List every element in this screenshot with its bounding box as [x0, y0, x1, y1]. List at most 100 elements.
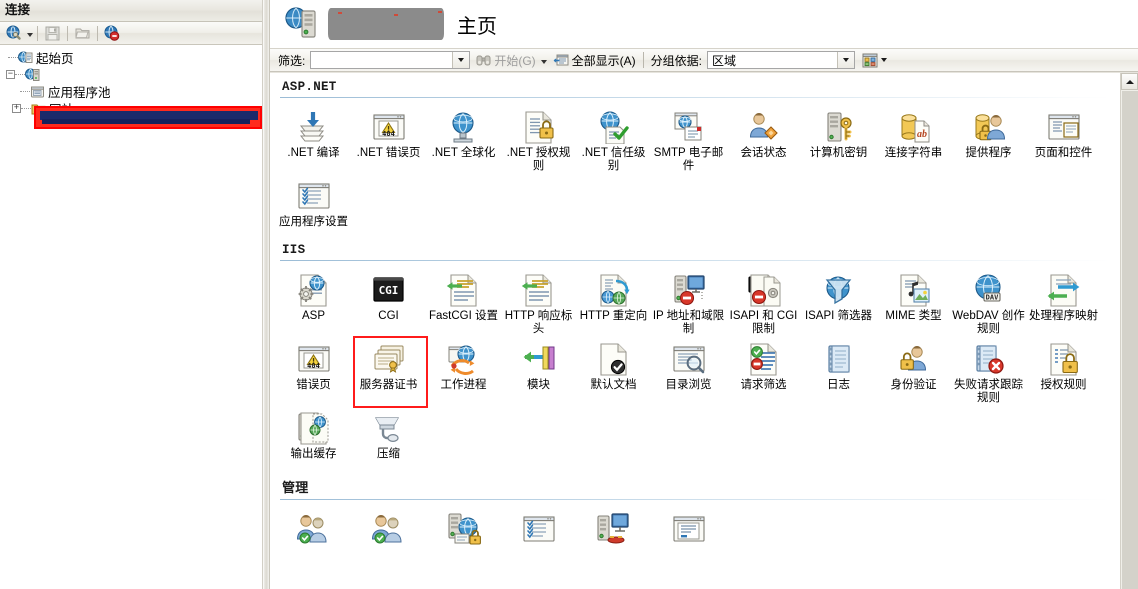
failed-request-tracing-rules-icon — [971, 342, 1007, 376]
feature-item-label: 身份验证 — [890, 379, 937, 391]
feature-item-net-trust-levels[interactable]: .NET 信任级别 — [576, 104, 651, 173]
filter-input[interactable] — [311, 52, 453, 68]
view-mode-button[interactable] — [862, 53, 888, 68]
connections-toolbar — [0, 22, 262, 45]
toolbar-divider-3 — [97, 25, 98, 41]
feature-item-isapi-filters[interactable]: ISAPI 筛选器 — [801, 267, 876, 336]
feature-item-server-certificates[interactable]: 服务器证书 — [351, 336, 428, 408]
feature-item-directory-browsing[interactable]: 目录浏览 — [651, 336, 726, 405]
go-button[interactable]: 开始(G) — [476, 52, 536, 69]
disconnect-icon[interactable] — [102, 24, 123, 43]
feature-item-authentication[interactable]: 身份验证 — [876, 336, 951, 405]
feature-item-application-settings[interactable]: 应用程序设置 — [276, 173, 351, 241]
scroll-up-button[interactable] — [1121, 73, 1138, 90]
feature-item-logging[interactable]: 日志 — [801, 336, 876, 405]
authentication-icon — [896, 342, 932, 376]
directory-browsing-icon — [672, 346, 705, 374]
feature-item-feature-delegation[interactable] — [651, 506, 726, 574]
feature-item-label: 连接字符串 — [884, 147, 943, 159]
connect-to-icon[interactable] — [4, 24, 25, 43]
shared-configuration-icon — [596, 512, 632, 546]
scrollbar-track[interactable] — [1122, 91, 1138, 589]
go-dropdown-caret[interactable] — [540, 60, 547, 64]
svg-text:CGI: CGI — [378, 284, 398, 297]
feature-item-modules[interactable]: 模块 — [501, 336, 576, 405]
feature-item-providers[interactable]: 提供程序 — [951, 104, 1026, 173]
feature-item-worker-processes[interactable]: 工作进程 — [426, 336, 501, 405]
feature-item-pages-and-controls[interactable]: 页面和控件 — [1026, 104, 1101, 173]
session-state-icon — [746, 110, 782, 144]
content-vertical-scrollbar[interactable] — [1120, 73, 1138, 589]
feature-item-handler-mappings[interactable]: 处理程序映射 — [1026, 267, 1101, 336]
tree-expander-collapse[interactable]: − — [6, 70, 15, 79]
connections-tree[interactable]: 起始页 − 应用程序池 + — [0, 45, 262, 589]
show-all-button[interactable]: 全部显示(A) — [553, 52, 636, 69]
feature-item-request-filtering[interactable]: 请求筛选 — [726, 336, 801, 405]
start-page-icon — [18, 51, 33, 65]
feature-item-configuration-editor[interactable] — [501, 506, 576, 574]
feature-item-net-error-pages[interactable]: 404 .NET 错误页 — [351, 104, 426, 173]
filter-divider — [642, 52, 644, 68]
filter-combobox[interactable] — [310, 51, 471, 69]
group-by-dropdown-button[interactable] — [837, 52, 855, 68]
mime-types-icon — [899, 274, 930, 307]
feature-item-net-authorization-rules[interactable]: .NET 授权规则 — [501, 104, 576, 173]
feature-item-shared-configuration[interactable] — [576, 506, 651, 574]
server-large-icon — [284, 7, 320, 41]
failed-request-tracing-rules-icon — [975, 345, 1004, 374]
feature-item-session-state[interactable]: 会话状态 — [726, 104, 801, 173]
http-response-headers-icon — [521, 274, 552, 307]
feature-item-label: 会话状态 — [740, 147, 787, 159]
panel-splitter[interactable] — [262, 0, 270, 589]
feature-item-net-compilation[interactable]: .NET 编译 — [276, 104, 351, 173]
feature-item-webdav-authoring-rules[interactable]: DAV WebDAV 创作规则 — [951, 267, 1026, 336]
isapi-cgi-restrictions-icon: CGI — [746, 273, 782, 307]
feature-grid: ASP.NET .NET 编译 404 .NET 错误页 .NET 全球化 .NET 授… — [270, 73, 1120, 589]
mime-types-icon — [896, 273, 932, 307]
feature-item-fastcgi-settings[interactable]: FastCGI 设置 — [426, 267, 501, 336]
filter-dropdown-button[interactable] — [452, 52, 470, 68]
group-by-combobox[interactable]: 区域 — [707, 51, 856, 69]
tree-node-start-page[interactable]: 起始页 — [0, 49, 262, 66]
server-certificates-icon — [374, 345, 403, 373]
feature-item-label: 模块 — [527, 379, 550, 391]
binoculars-icon — [476, 53, 491, 67]
management-feature-grid — [270, 500, 1120, 574]
feature-item-cgi[interactable]: CGI CGI — [351, 267, 426, 336]
request-filtering-icon — [746, 342, 782, 376]
tree-node-server[interactable]: − — [0, 66, 262, 83]
connect-to-dropdown-caret[interactable] — [27, 33, 33, 37]
feature-item-compression[interactable]: 压缩 — [351, 405, 426, 473]
feature-item-iis-manager-permissions[interactable] — [276, 506, 351, 574]
tree-line — [20, 91, 30, 92]
feature-item-machine-key[interactable]: 计算机密钥 — [801, 104, 876, 173]
save-icon — [42, 24, 63, 43]
feature-item-http-response-headers[interactable]: HTTP 响应标头 — [501, 267, 576, 336]
feature-item-authorization-rules[interactable]: 授权规则 — [1026, 336, 1101, 405]
configuration-editor-icon — [522, 516, 555, 542]
feature-item-management-service[interactable] — [426, 506, 501, 574]
server-certificates-icon — [371, 342, 407, 376]
feature-item-label: CGI — [378, 310, 399, 322]
iis-manager-users-icon — [371, 515, 402, 544]
feature-item-smtp-email[interactable]: SMTP 电子邮件 — [651, 104, 726, 173]
page-title: 主页 — [457, 15, 497, 38]
feature-item-asp[interactable]: ASP — [276, 267, 351, 336]
feature-item-output-caching[interactable]: 输出缓存 — [276, 405, 351, 473]
feature-item-iis-manager-users[interactable] — [351, 506, 426, 574]
feature-item-default-document[interactable]: 默认文档 — [576, 336, 651, 405]
feature-item-ip-address-domain-restrictions[interactable]: IP 地址和域限制 — [651, 267, 726, 336]
feature-item-failed-request-tracing-rules[interactable]: 失败请求跟踪规则 — [951, 336, 1026, 405]
feature-item-mime-types[interactable]: MIME 类型 — [876, 267, 951, 336]
tree-expander-expand[interactable]: + — [12, 104, 21, 113]
http-redirect-icon — [599, 274, 630, 307]
authentication-icon — [899, 346, 926, 371]
feature-item-error-pages[interactable]: 404 错误页 — [276, 336, 351, 405]
feature-item-label: .NET 授权规则 — [506, 147, 571, 172]
feature-item-isapi-cgi-restrictions[interactable]: CGI ISAPI 和 CGI 限制 — [726, 267, 801, 336]
feature-item-net-globalization[interactable]: .NET 全球化 — [426, 104, 501, 173]
feature-item-http-redirect[interactable]: HTTP 重定向 — [576, 267, 651, 336]
feature-item-connection-strings[interactable]: ab 连接字符串 — [876, 104, 951, 173]
tree-node-application-pools[interactable]: 应用程序池 — [0, 83, 262, 100]
view-mode-caret[interactable] — [881, 58, 888, 62]
